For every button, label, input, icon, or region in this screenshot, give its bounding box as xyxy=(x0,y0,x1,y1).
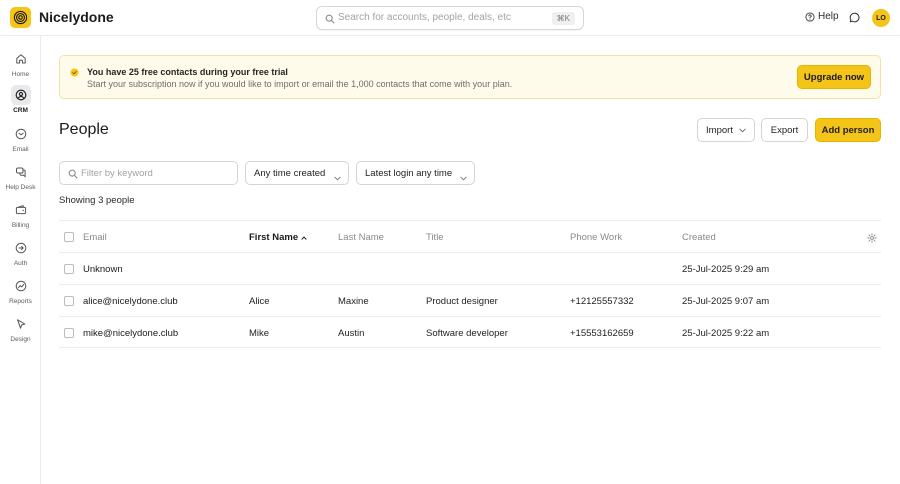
chat-bubble-icon[interactable] xyxy=(849,12,860,26)
home-icon xyxy=(11,49,31,69)
sidebar-item-label: Home xyxy=(11,71,30,78)
global-search-input[interactable]: Search for accounts, people, deals, etc … xyxy=(316,6,584,30)
row-checkbox[interactable] xyxy=(64,264,74,274)
trial-banner: You have 25 free contacts during your fr… xyxy=(59,55,881,99)
sidebar-item-label: Email xyxy=(12,146,29,153)
results-count: Showing 3 people xyxy=(59,195,135,206)
cell-phone-work: +12125557332 xyxy=(570,296,634,307)
sidebar-item-label: Help Desk xyxy=(5,184,36,191)
sidebar-item-design[interactable]: Design xyxy=(0,314,41,348)
cell-email[interactable]: mike@nicelydone.club xyxy=(83,328,178,339)
table-row[interactable]: mike@nicelydone.club Mike Austin Softwar… xyxy=(59,316,881,348)
search-placeholder: Search for accounts, people, deals, etc xyxy=(338,12,511,23)
cell-first-name: Alice xyxy=(249,296,270,307)
table-row[interactable]: Unknown 25-Jul-2025 9:29 am xyxy=(59,252,881,284)
page-title: People xyxy=(59,121,109,138)
sidebar-item-label: Reports xyxy=(9,298,32,305)
sidebar-item-label: Design xyxy=(10,336,31,343)
chevron-down-icon xyxy=(334,170,341,184)
cell-first-name: Mike xyxy=(249,328,270,339)
sidebar-item-label: Auth xyxy=(13,260,28,267)
help-desk-icon xyxy=(11,162,31,182)
add-person-button[interactable]: Add person xyxy=(815,118,881,142)
sidebar-item-home[interactable]: Home xyxy=(0,49,41,83)
reports-icon xyxy=(11,276,31,296)
table-header-row: Email First Name Last Name Title Phone W… xyxy=(59,220,881,252)
brand-name: Nicelydone xyxy=(39,9,114,25)
cell-created: 25-Jul-2025 9:07 am xyxy=(682,296,770,307)
sidebar-item-email[interactable]: Email xyxy=(0,124,41,158)
latest-login-value: Latest login any time xyxy=(365,168,453,179)
sidebar: Home CRM Email Help Desk Billing Auth Re… xyxy=(0,36,41,484)
cell-created: 25-Jul-2025 9:22 am xyxy=(682,328,770,339)
sidebar-item-label: CRM xyxy=(13,107,28,114)
cell-phone-work: +15553162659 xyxy=(570,328,634,339)
export-label: Export xyxy=(770,124,799,136)
cell-email[interactable]: alice@nicelydone.club xyxy=(83,296,178,307)
search-icon xyxy=(68,168,78,182)
banner-title: You have 25 free contacts during your fr… xyxy=(87,67,288,77)
sidebar-item-auth[interactable]: Auth xyxy=(0,238,41,272)
user-avatar[interactable]: LO xyxy=(872,9,890,27)
select-all-checkbox[interactable] xyxy=(64,232,74,242)
import-label: Import xyxy=(706,124,733,136)
cell-last-name: Maxine xyxy=(338,296,369,307)
column-header-first-name[interactable]: First Name xyxy=(249,232,307,243)
cell-email[interactable]: Unknown xyxy=(83,264,123,275)
design-icon xyxy=(11,314,31,334)
column-header-phone-work[interactable]: Phone Work xyxy=(570,232,622,243)
crm-icon xyxy=(10,85,31,105)
upgrade-now-button[interactable]: Upgrade now xyxy=(797,65,871,89)
cell-title: Product designer xyxy=(426,296,498,307)
keyword-filter-input[interactable]: Filter by keyword xyxy=(59,161,238,185)
people-table: Email First Name Last Name Title Phone W… xyxy=(59,220,881,348)
sidebar-item-billing[interactable]: Billing xyxy=(0,200,41,234)
spiral-logo-icon[interactable] xyxy=(10,7,31,28)
row-checkbox[interactable] xyxy=(64,296,74,306)
column-header-label: First Name xyxy=(249,232,299,243)
sidebar-item-reports[interactable]: Reports xyxy=(0,276,41,310)
import-button[interactable]: Import xyxy=(697,118,755,142)
sidebar-item-label: Billing xyxy=(11,222,30,229)
sidebar-item-crm[interactable]: CRM xyxy=(0,85,41,119)
chevron-down-icon xyxy=(460,170,467,184)
sidebar-item-help-desk[interactable]: Help Desk xyxy=(0,162,41,196)
help-icon xyxy=(805,11,815,22)
cell-last-name: Austin xyxy=(338,328,365,339)
cell-title: Software developer xyxy=(426,328,508,339)
sort-ascending-icon xyxy=(301,236,307,240)
help-label: Help xyxy=(818,11,839,22)
banner-text: Start your subscription now if you would… xyxy=(87,79,513,89)
column-header-title[interactable]: Title xyxy=(426,232,444,243)
chevron-down-icon xyxy=(739,128,746,132)
search-icon xyxy=(325,13,335,27)
column-header-email[interactable]: Email xyxy=(83,232,107,243)
info-check-icon xyxy=(70,66,79,80)
column-header-created[interactable]: Created xyxy=(682,232,716,243)
created-time-value: Any time created xyxy=(254,168,326,179)
export-button[interactable]: Export xyxy=(761,118,808,142)
latest-login-select[interactable]: Latest login any time xyxy=(356,161,475,185)
keyword-filter-placeholder: Filter by keyword xyxy=(81,168,153,179)
add-person-label: Add person xyxy=(821,124,875,136)
cell-created: 25-Jul-2025 9:29 am xyxy=(682,264,770,275)
table-row[interactable]: alice@nicelydone.club Alice Maxine Produ… xyxy=(59,284,881,316)
email-icon xyxy=(11,124,31,144)
column-header-last-name[interactable]: Last Name xyxy=(338,232,384,243)
search-shortcut-badge: ⌘K xyxy=(551,12,575,25)
row-checkbox[interactable] xyxy=(64,328,74,338)
gear-icon[interactable] xyxy=(867,232,877,246)
billing-icon xyxy=(11,200,31,220)
created-time-select[interactable]: Any time created xyxy=(245,161,349,185)
help-button[interactable]: Help xyxy=(805,11,839,22)
auth-icon xyxy=(11,238,31,258)
top-bar: Nicelydone Search for accounts, people, … xyxy=(0,0,900,36)
